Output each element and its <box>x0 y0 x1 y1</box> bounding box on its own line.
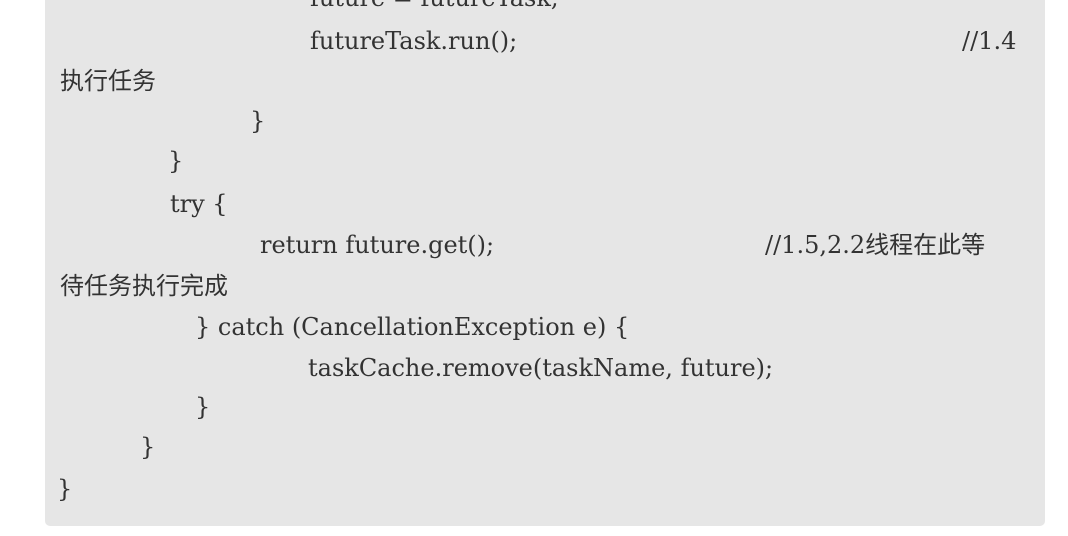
code-comment-continuation: 待任务执行完成 <box>60 272 228 300</box>
code-line: return future.get(); <box>260 231 495 259</box>
code-line: } <box>168 147 184 175</box>
code-line: } <box>250 107 266 135</box>
code-comment: //1.4 <box>962 27 1017 55</box>
code-line: future = futureTask; <box>310 0 559 12</box>
code-line: } <box>195 393 211 421</box>
code-line: taskCache.remove(taskName, future); <box>308 354 774 382</box>
code-line: } catch (CancellationException e) { <box>195 313 630 341</box>
code-line: } <box>57 475 73 503</box>
code-line: futureTask.run(); <box>310 27 518 55</box>
code-comment-continuation: 执行任务 <box>60 67 156 95</box>
code-comment: //1.5,2.2线程在此等 <box>765 231 986 259</box>
code-line: try { <box>170 190 228 218</box>
code-line: } <box>140 433 156 461</box>
code-block: future = futureTask; futureTask.run(); /… <box>45 0 1045 526</box>
